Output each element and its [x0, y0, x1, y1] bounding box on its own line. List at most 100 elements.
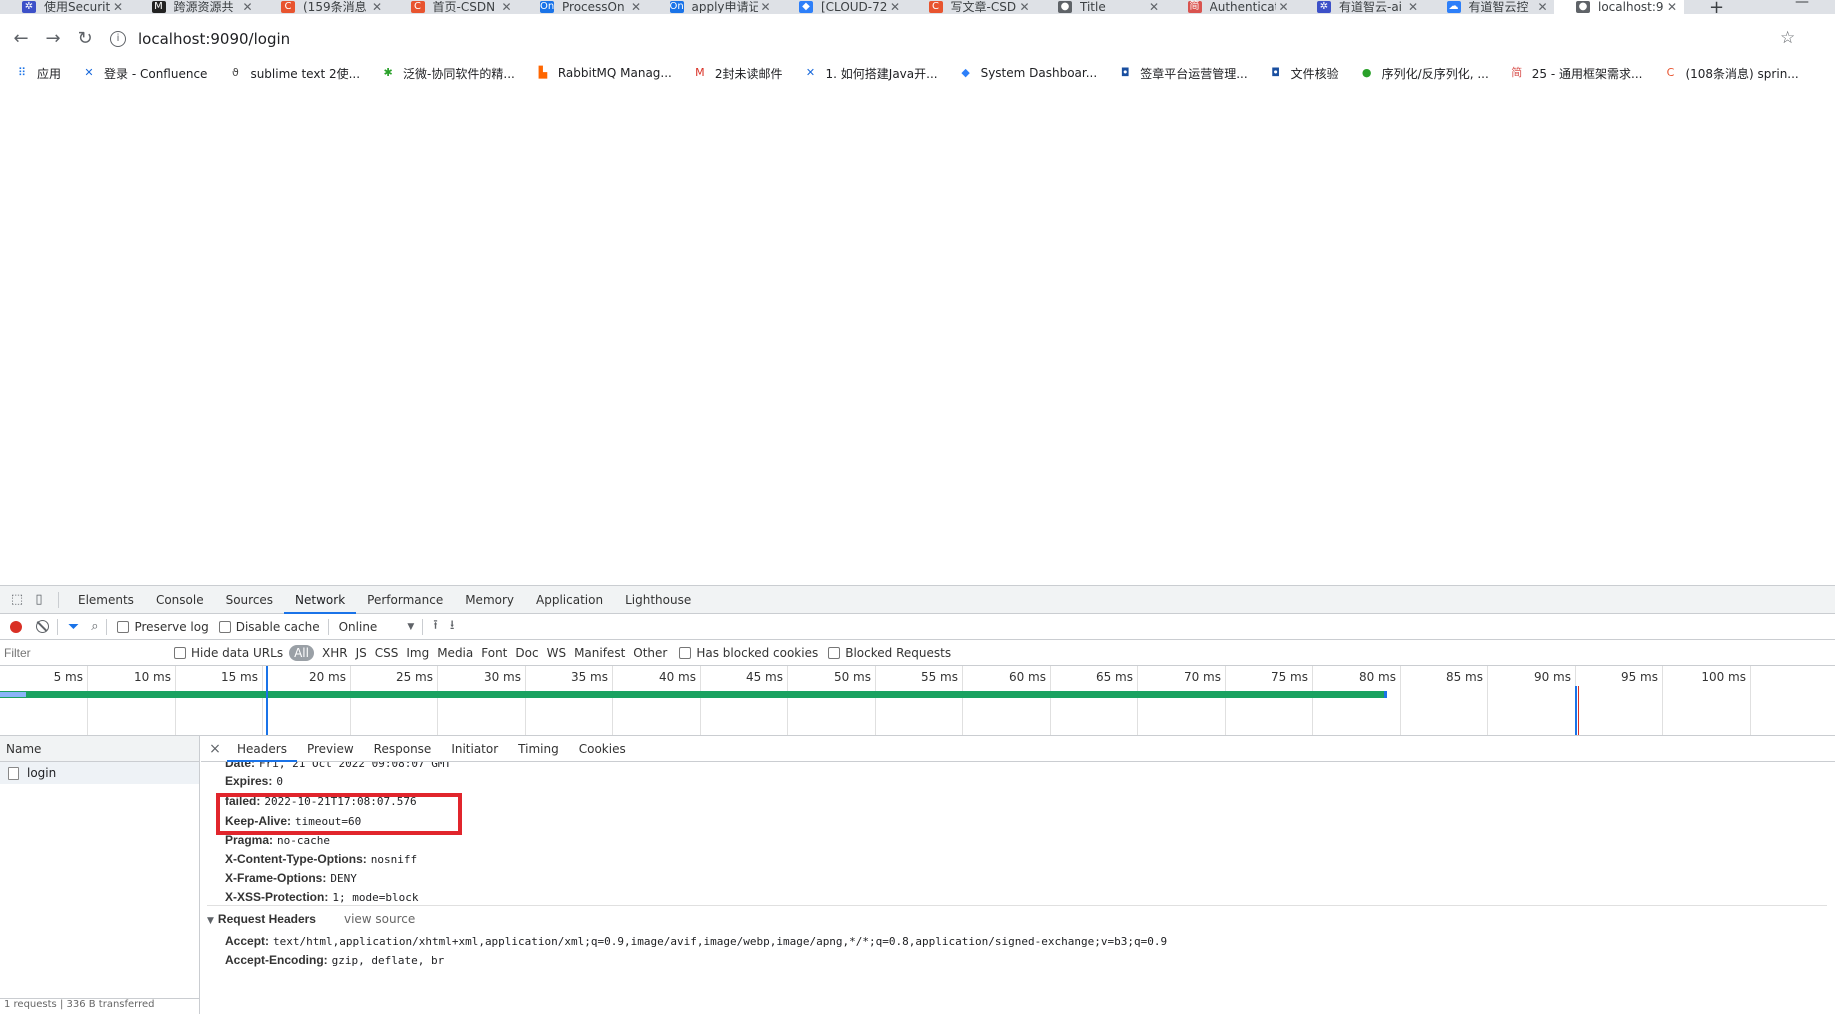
browser-tab[interactable]: ● localhost:9 ✕: [1554, 0, 1684, 14]
blocked-requests-checkbox[interactable]: Blocked Requests: [828, 646, 951, 660]
tab-close-icon[interactable]: ✕: [1664, 1, 1680, 13]
detail-tab-timing[interactable]: Timing: [508, 736, 569, 762]
browser-tab[interactable]: On ProcessOn ✕: [518, 0, 648, 14]
bookmark-item[interactable]: C (108条消息) sprin...: [1662, 65, 1799, 82]
tab-close-icon[interactable]: ✕: [758, 1, 774, 13]
browser-tab[interactable]: ☁ 有道智云控 ✕: [1425, 0, 1555, 14]
tab-close-icon[interactable]: ✕: [369, 1, 385, 13]
record-icon[interactable]: [10, 620, 22, 633]
detail-tab-cookies[interactable]: Cookies: [569, 736, 636, 762]
browser-tab[interactable]: C 写文章-CSD ✕: [907, 0, 1037, 14]
browser-tab[interactable]: ◆ [CLOUD-72 ✕: [777, 0, 907, 14]
type-filter-img[interactable]: Img: [406, 646, 429, 660]
type-filter-all[interactable]: All: [289, 644, 314, 661]
bookmark-item[interactable]: ▙ RabbitMQ Manag...: [535, 66, 672, 80]
type-filter-doc[interactable]: Doc: [515, 646, 538, 660]
browser-tab[interactable]: ● Title ✕: [1036, 0, 1166, 14]
bookmark-item[interactable]: M 2封未读邮件: [692, 65, 782, 82]
filter-funnel-icon[interactable]: ⏷: [68, 619, 79, 635]
request-header-row: Accept: text/html,application/xhtml+xml,a…: [225, 934, 1167, 948]
device-toolbar-icon[interactable]: ▯: [28, 586, 50, 614]
forward-button[interactable]: →: [41, 28, 65, 50]
tab-close-icon[interactable]: ✕: [499, 1, 515, 13]
back-button[interactable]: ←: [9, 28, 33, 50]
response-header-row: X-Frame-Options: DENY: [225, 871, 357, 885]
bookmark-item[interactable]: ◘ 文件核验: [1268, 65, 1338, 82]
close-icon[interactable]: ×: [203, 741, 227, 757]
tab-close-icon[interactable]: ✕: [628, 1, 644, 13]
bookmark-item[interactable]: ✕ 登录 - Confluence: [81, 65, 207, 82]
detail-tab-headers[interactable]: Headers: [227, 736, 297, 762]
browser-tab[interactable]: M 跨源资源共 ✕: [130, 0, 260, 14]
bookmark-item[interactable]: ◆ System Dashboar...: [958, 66, 1097, 80]
reload-button[interactable]: ↻: [73, 28, 97, 50]
tab-close-icon[interactable]: ✕: [110, 1, 126, 13]
tab-close-icon[interactable]: ✕: [887, 1, 903, 13]
tab-close-icon[interactable]: ✕: [1146, 1, 1162, 13]
browser-tab[interactable]: ✲ 有道智云-ai ✕: [1295, 0, 1425, 14]
browser-tab[interactable]: ✲ 使用Securit ✕: [0, 0, 130, 14]
devtools-tab-console[interactable]: Console: [145, 586, 215, 614]
type-filter-font[interactable]: Font: [481, 646, 507, 660]
hide-data-urls-checkbox[interactable]: Hide data URLs: [174, 646, 283, 660]
disable-cache-checkbox[interactable]: Disable cache: [218, 620, 320, 634]
type-filter-js[interactable]: JS: [356, 646, 367, 660]
devtools-tab-memory[interactable]: Memory: [454, 586, 525, 614]
type-filter-ws[interactable]: WS: [547, 646, 566, 660]
bookmark-item[interactable]: ◘ 签章平台运营管理...: [1117, 65, 1248, 82]
devtools-tab-elements[interactable]: Elements: [67, 586, 145, 614]
minimize-button[interactable]: —: [1795, 0, 1809, 10]
tab-close-icon[interactable]: ✕: [1535, 1, 1551, 13]
browser-tab[interactable]: On apply申请记 ✕: [648, 0, 778, 14]
devtools-tab-lighthouse[interactable]: Lighthouse: [614, 586, 702, 614]
tab-close-icon[interactable]: ✕: [240, 1, 256, 13]
detail-tab-initiator[interactable]: Initiator: [441, 736, 508, 762]
bookmark-item[interactable]: ● 序列化/反序列化, ...: [1359, 65, 1489, 82]
type-filter-css[interactable]: CSS: [375, 646, 399, 660]
site-info-icon[interactable]: i: [110, 31, 126, 47]
search-icon[interactable]: ⌕: [91, 619, 98, 634]
throttling-select[interactable]: Online ▼: [339, 620, 415, 634]
detail-tab-preview[interactable]: Preview: [297, 736, 364, 762]
browser-tab[interactable]: C 首页-CSDN ✕: [389, 0, 519, 14]
bookmark-favicon-icon: C: [1666, 66, 1675, 79]
network-overview-timeline[interactable]: 5 ms 10 ms 15 ms 20 ms 25 ms 30 ms 35 ms 40 ms 4…: [0, 666, 1835, 736]
devtools-tab-sources[interactable]: Sources: [215, 586, 284, 614]
bookmark-item[interactable]: ⠿ 应用: [14, 65, 61, 82]
triangle-down-icon[interactable]: ▼: [207, 916, 214, 926]
import-har-icon[interactable]: ⭱: [433, 616, 438, 638]
devtools-tab-application[interactable]: Application: [525, 586, 614, 614]
browser-tab[interactable]: 简 Authenticat ✕: [1166, 0, 1296, 14]
tab-close-icon[interactable]: ✕: [1276, 1, 1292, 13]
request-headers-title[interactable]: Request Headers: [218, 912, 316, 926]
bookmark-item[interactable]: 简 25 - 通用框架需求...: [1509, 65, 1642, 82]
devtools-tab-network[interactable]: Network: [284, 586, 357, 614]
name-column-header[interactable]: Name: [0, 736, 199, 762]
export-har-icon[interactable]: ⭳: [450, 616, 455, 638]
type-filter-other[interactable]: Other: [633, 646, 667, 660]
clear-icon[interactable]: [36, 620, 49, 633]
new-tab-button[interactable]: +: [1709, 0, 1724, 14]
bookmark-star-icon[interactable]: ☆: [1780, 28, 1795, 48]
bookmark-item[interactable]: ϑ sublime text 2使...: [227, 65, 360, 82]
bookmark-label: 序列化/反序列化, ...: [1381, 66, 1489, 81]
inspect-element-icon[interactable]: ⬚: [6, 586, 28, 614]
bookmark-item[interactable]: ✱ 泛微-协同软件的精...: [380, 65, 514, 82]
type-filter-media[interactable]: Media: [437, 646, 473, 660]
has-blocked-cookies-checkbox[interactable]: Has blocked cookies: [679, 646, 818, 660]
devtools-tab-performance[interactable]: Performance: [356, 586, 454, 614]
preserve-log-checkbox[interactable]: Preserve log: [117, 620, 209, 634]
timeline-tick-label: 80 ms: [1358, 670, 1396, 684]
address-bar[interactable]: i localhost:9090/login: [110, 25, 1280, 53]
browser-tab[interactable]: C (159条消息 ✕: [259, 0, 389, 14]
tab-close-icon[interactable]: ✕: [1017, 1, 1033, 13]
view-source-link[interactable]: view source: [344, 912, 415, 926]
tab-close-icon[interactable]: ✕: [1405, 1, 1421, 13]
address-url[interactable]: localhost:9090/login: [138, 30, 290, 48]
request-row[interactable]: login: [0, 762, 199, 784]
type-filter-xhr[interactable]: XHR: [322, 646, 348, 660]
detail-tab-response[interactable]: Response: [364, 736, 442, 762]
bookmark-item[interactable]: ✕ 1. 如何搭建Java开...: [803, 65, 938, 82]
type-filter-manifest[interactable]: Manifest: [574, 646, 625, 660]
filter-input[interactable]: [4, 642, 164, 663]
